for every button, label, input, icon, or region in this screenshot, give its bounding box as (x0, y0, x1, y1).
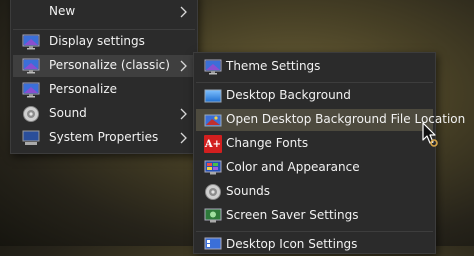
submenu-item-theme-settings[interactable]: Theme Settings (196, 56, 433, 78)
menu-item-label: Personalize (49, 82, 118, 96)
menu-item-system-properties[interactable]: System Properties (13, 127, 195, 149)
menu-item-label: Sound (49, 106, 87, 120)
computer-icon (22, 129, 40, 147)
speaker-icon (204, 183, 222, 201)
font-icon-text: A+ (204, 138, 222, 150)
screensaver-icon (204, 207, 222, 225)
desktop-icons-icon (204, 236, 222, 254)
chevron-right-icon (180, 6, 187, 18)
palette-icon (204, 159, 222, 177)
folder-image-icon (204, 111, 222, 129)
wallpaper-icon (204, 87, 222, 105)
menu-item-personalize-classic[interactable]: Personalize (classic) (13, 55, 195, 77)
submenu-item-label: Desktop Background (226, 88, 351, 102)
submenu-item-label: Screen Saver Settings (226, 208, 359, 222)
submenu-item-label: Theme Settings (226, 59, 321, 73)
submenu-item-desktop-background[interactable]: Desktop Background (196, 85, 433, 107)
menu-item-personalize[interactable]: Personalize (13, 79, 195, 101)
submenu-item-label: Change Fonts (226, 136, 309, 150)
menu-item-label: Display settings (49, 34, 145, 48)
submenu-item-label: Sounds (226, 184, 271, 198)
submenu-item-desktop-icon-settings[interactable]: Desktop Icon Settings (196, 234, 433, 256)
submenu-item-screen-saver[interactable]: Screen Saver Settings (196, 205, 433, 227)
submenu-item-change-fonts[interactable]: A+ Change Fonts (196, 133, 433, 155)
monitor-icon (22, 81, 40, 99)
personalize-classic-submenu: Theme Settings Desktop Background Open D… (193, 52, 465, 256)
menu-separator (13, 29, 195, 30)
submenu-item-label: Color and Appearance (226, 160, 360, 174)
speaker-icon (22, 105, 40, 123)
submenu-item-color-appearance[interactable]: Color and Appearance (196, 157, 433, 179)
menu-item-label: System Properties (49, 130, 159, 144)
monitor-icon (22, 57, 40, 75)
menu-item-new[interactable]: New (13, 1, 195, 23)
font-icon: A+ (204, 135, 222, 153)
menu-separator (196, 231, 433, 232)
monitor-icon (204, 58, 222, 76)
submenu-item-label: Desktop Icon Settings (226, 237, 358, 251)
monitor-icon (22, 33, 40, 51)
menu-item-display-settings[interactable]: Display settings (13, 31, 195, 53)
menu-item-label: Personalize (classic) (49, 58, 170, 72)
desktop-context-menu: New Display settings Personalize (classi… (10, 0, 198, 154)
chevron-right-icon (180, 60, 187, 72)
menu-item-sound[interactable]: Sound (13, 103, 195, 125)
submenu-item-sounds[interactable]: Sounds (196, 181, 433, 203)
chevron-right-icon (180, 108, 187, 120)
menu-separator (196, 82, 433, 83)
submenu-item-open-background-location[interactable]: Open Desktop Background File Location (196, 109, 465, 131)
menu-item-label: New (49, 4, 76, 18)
chevron-right-icon (180, 132, 187, 144)
mouse-cursor-icon (422, 122, 438, 147)
